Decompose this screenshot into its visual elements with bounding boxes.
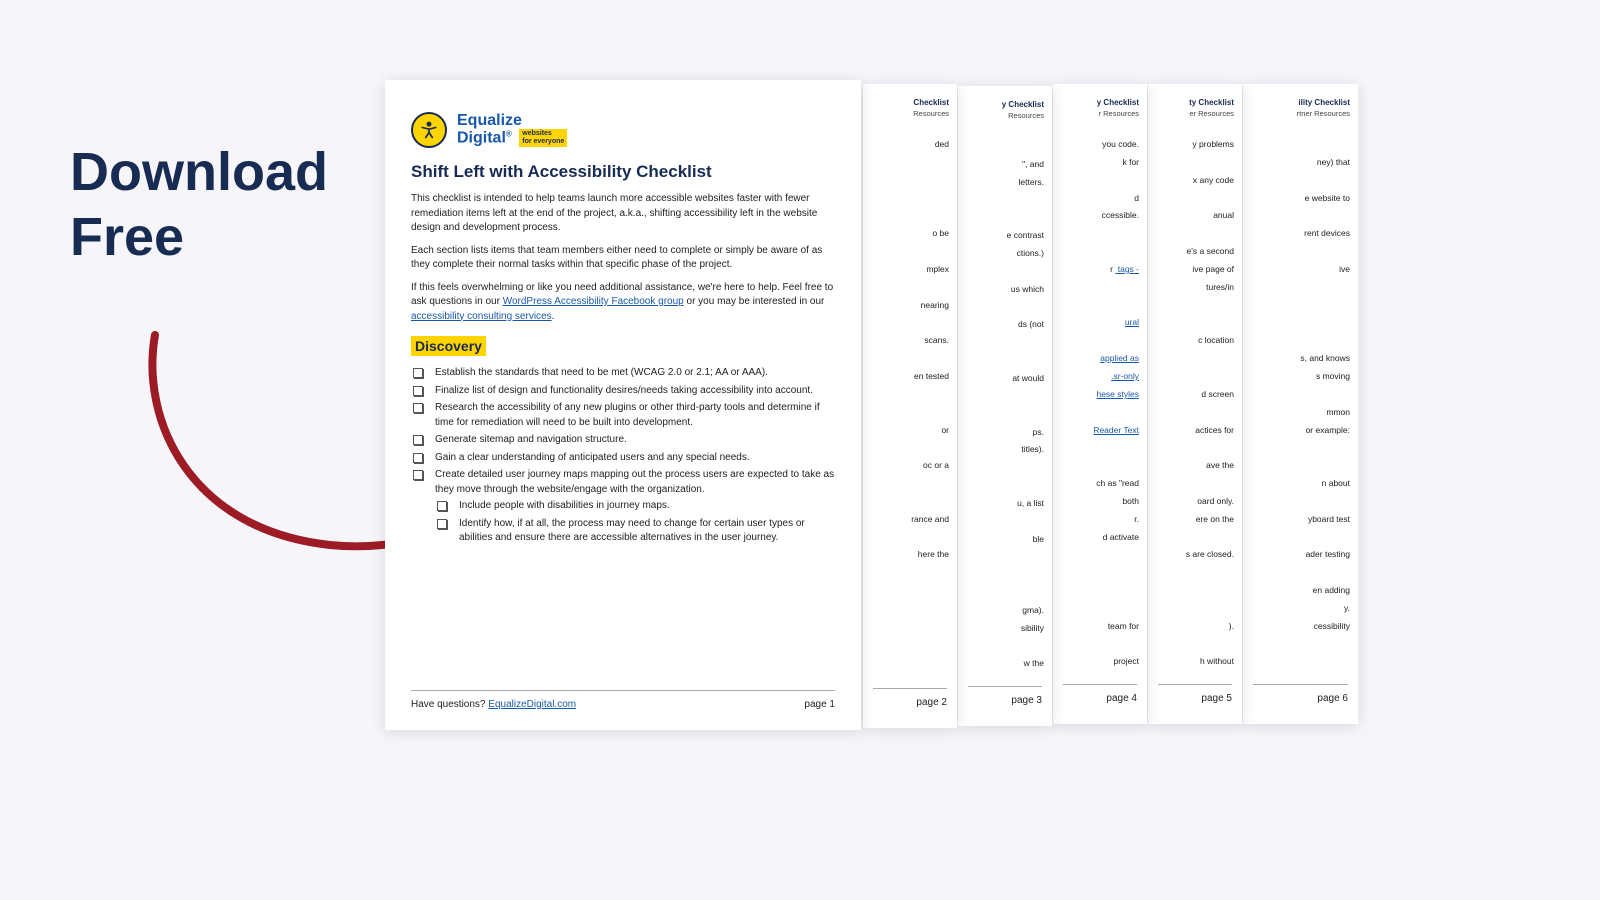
facebook-group-link[interactable]: WordPress Accessibility Facebook group: [503, 296, 684, 307]
checklist-item: Establish the standards that need to be …: [411, 366, 835, 381]
section-heading-discovery: Discovery: [411, 336, 486, 356]
discovery-sub-checklist: Include people with disabilities in jour…: [435, 499, 835, 546]
page-preview-6: ility Checklist rtner Resources ney) tha…: [1243, 84, 1358, 724]
page-1: Equalize Digital® websitesfor everyone S…: [385, 80, 861, 730]
page-preview-2: Checklist Resources ded o be mplex neari…: [863, 84, 957, 728]
checklist-subitem: Identify how, if at all, the process may…: [435, 517, 835, 546]
checklist-item: Finalize list of design and functionalit…: [411, 384, 835, 399]
page-preview-4: y Checklist r Resources you code. k for …: [1053, 84, 1147, 724]
page-number: page 2: [916, 697, 947, 708]
intro-paragraph-1: This checklist is intended to help teams…: [411, 192, 835, 236]
page-number: page 4: [1106, 693, 1137, 704]
page-preview-3: y Checklist Resources ", and letters. e …: [958, 86, 1052, 726]
intro-paragraph-2: Each section lists items that team membe…: [411, 244, 835, 273]
page-2-fragments: ded o be mplex nearing scans. en tested …: [871, 136, 949, 564]
checklist-subitem: Include people with disabilities in jour…: [435, 499, 835, 514]
consulting-link[interactable]: accessibility consulting services: [411, 311, 552, 322]
checklist-item: Create detailed user journey maps mappin…: [411, 468, 835, 546]
accessibility-person-icon: [411, 112, 447, 148]
checklist-item: Generate sitemap and navigation structur…: [411, 433, 835, 448]
document-title: Shift Left with Accessibility Checklist: [411, 162, 835, 182]
discovery-checklist: Establish the standards that need to be …: [411, 366, 835, 546]
download-cta: DownloadFree: [70, 140, 370, 270]
checklist-item: Gain a clear understanding of anticipate…: [411, 451, 835, 466]
brand-logo: Equalize Digital® websitesfor everyone: [411, 112, 835, 148]
page-number: page 6: [1317, 693, 1348, 704]
page-number: page 5: [1201, 693, 1232, 704]
cta-heading: DownloadFree: [70, 140, 370, 270]
page-footer: Have questions? EqualizeDigital.com page…: [411, 690, 835, 710]
checklist-item: Research the accessibility of any new pl…: [411, 401, 835, 430]
page-number: page 3: [1011, 695, 1042, 706]
intro-paragraph-3: If this feels overwhelming or like you n…: [411, 281, 835, 325]
page-preview-5: ty Checklist er Resources y problems x a…: [1148, 84, 1242, 724]
footer-site-link[interactable]: EqualizeDigital.com: [488, 699, 576, 710]
page-stack: Checklist Resources ded o be mplex neari…: [385, 80, 1375, 740]
page-number: page 1: [804, 699, 835, 710]
